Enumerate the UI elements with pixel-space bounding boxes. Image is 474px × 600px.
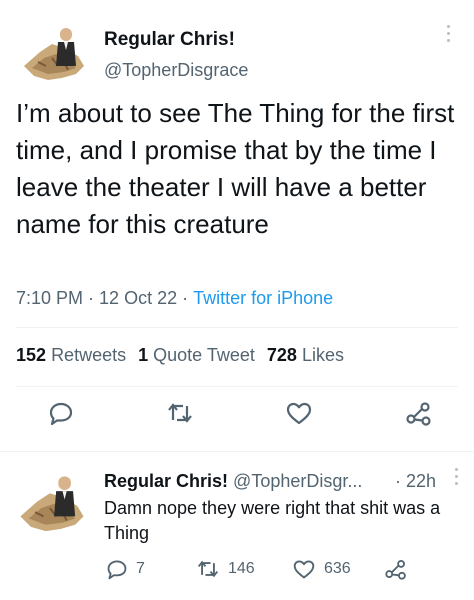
divider <box>0 451 474 452</box>
reply-reply-button[interactable]: 7 <box>106 558 145 580</box>
likes-stat[interactable]: 728 Likes <box>267 345 344 365</box>
reply-retweet-button[interactable]: 146 <box>196 558 255 580</box>
author-handle[interactable]: @TopherDisgrace <box>104 60 248 81</box>
reply-retweet-count: 146 <box>228 560 255 577</box>
tweet-stats: 152 Retweets 1 Quote Tweet 728 Likes <box>16 345 356 366</box>
like-icon[interactable] <box>285 400 313 431</box>
reply-author-name[interactable]: Regular Chris! <box>104 471 228 491</box>
tweet-date[interactable]: 12 Oct 22 <box>99 288 177 308</box>
avatar-image <box>18 22 92 96</box>
reply-avatar[interactable] <box>14 470 92 548</box>
reply-text: Damn nope they were right that shit was … <box>104 498 441 543</box>
tweet-meta: 7:10 PM · 12 Oct 22 · Twitter for iPhone <box>16 288 333 309</box>
reply-icon[interactable] <box>48 400 74 431</box>
share-icon[interactable] <box>405 400 433 431</box>
avatar-image <box>14 470 92 548</box>
tweet-source[interactable]: Twitter for iPhone <box>193 288 333 308</box>
like-icon <box>293 560 315 579</box>
avatar[interactable] <box>18 22 92 96</box>
author-name[interactable]: Regular Chris! <box>104 29 235 51</box>
reply-like-count: 636 <box>324 560 351 577</box>
reply-like-button[interactable]: 636 <box>292 558 351 580</box>
tweet-text: I’m about to see The Thing for the first… <box>16 98 455 239</box>
reply-header: Regular Chris! @TopherDisgr... <box>104 471 362 492</box>
meta-separator: · <box>88 288 95 308</box>
reply-reply-count: 7 <box>136 560 145 577</box>
retweet-icon <box>197 560 219 578</box>
reply-author-handle[interactable]: @TopherDisgr... <box>233 471 362 491</box>
share-icon <box>385 560 406 580</box>
reply-separator: · <box>395 471 401 491</box>
retweets-stat[interactable]: 152 Retweets <box>16 345 126 365</box>
reply-icon <box>107 560 127 580</box>
reply-time[interactable]: · 22h <box>395 471 436 492</box>
meta-separator: · <box>182 288 189 308</box>
divider <box>16 386 458 387</box>
reply-time-value: 22h <box>406 471 437 491</box>
reply-more-options-icon[interactable] <box>452 468 460 489</box>
retweet-icon[interactable] <box>166 400 194 431</box>
tweet-actions <box>0 400 474 440</box>
quote-tweets-stat[interactable]: 1 Quote Tweet <box>138 345 255 365</box>
reply-share-button[interactable] <box>384 558 408 580</box>
tweet-time[interactable]: 7:10 PM <box>16 288 83 308</box>
divider <box>16 327 458 328</box>
more-options-icon[interactable] <box>444 25 452 46</box>
